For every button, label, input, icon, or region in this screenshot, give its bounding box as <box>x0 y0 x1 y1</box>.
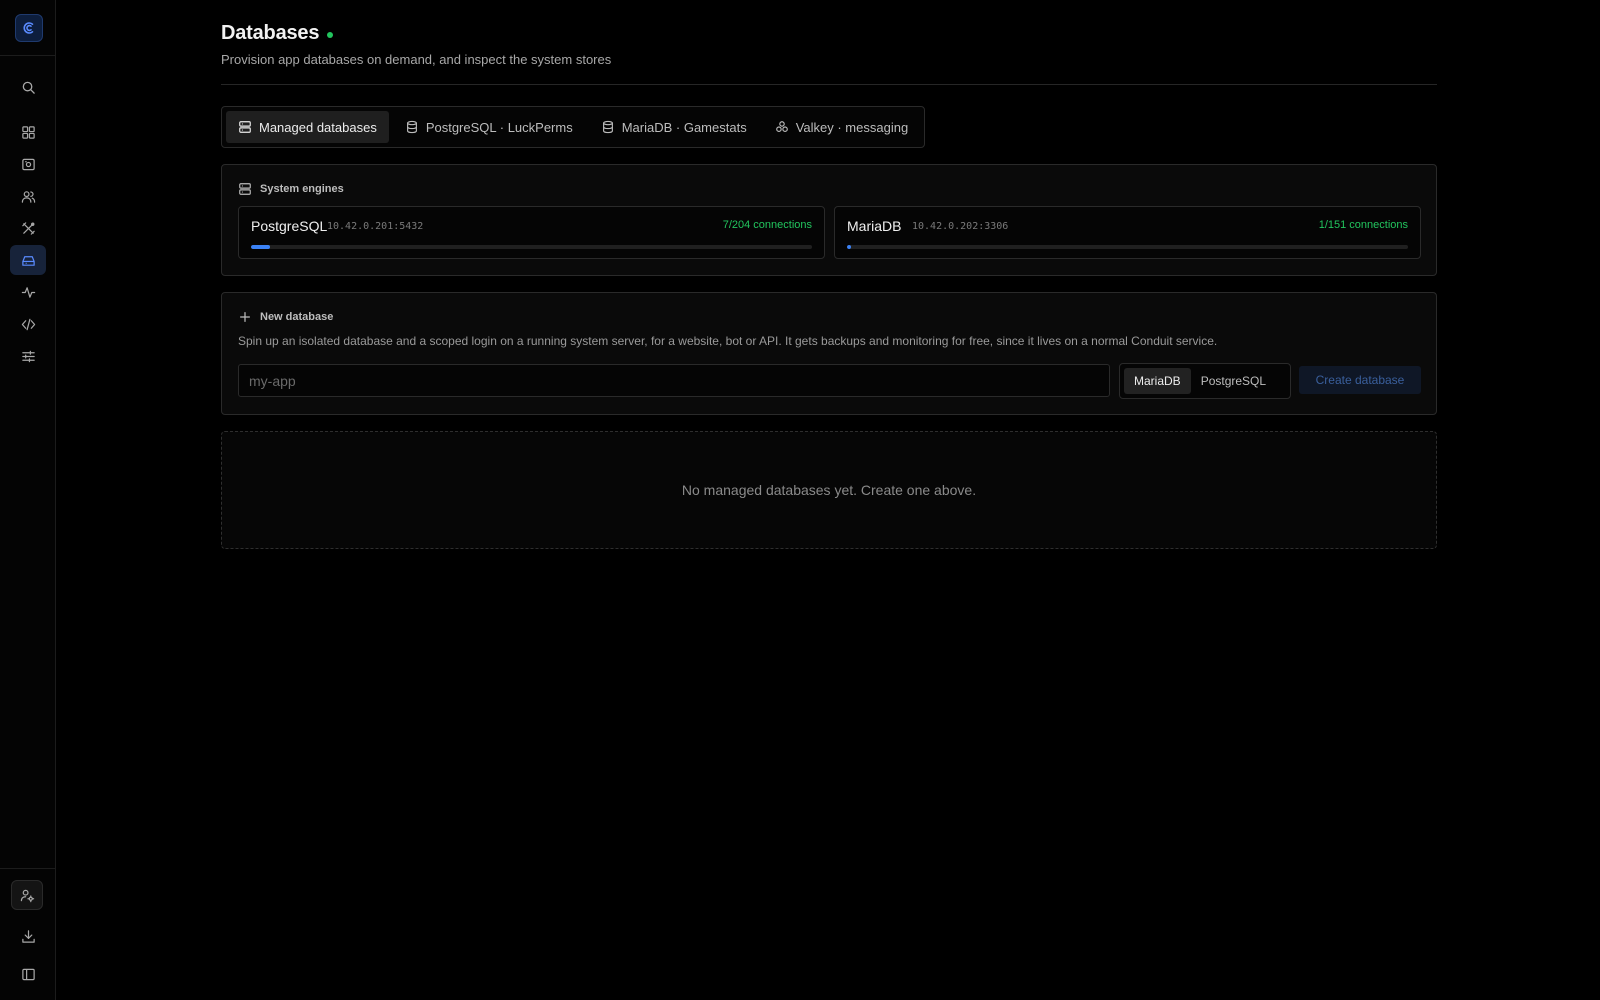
sidebar-item-users[interactable] <box>10 181 46 211</box>
grid-icon <box>21 125 35 139</box>
tab-valkey-messaging[interactable]: Valkey · messaging <box>763 111 920 143</box>
database-icon <box>602 120 613 134</box>
sidebar <box>0 0 56 1000</box>
sidebar-divider <box>0 868 56 869</box>
download-icon <box>21 929 35 943</box>
empty-state: No managed databases yet. Create one abo… <box>221 431 1437 549</box>
engine-name: PostgreSQL <box>251 218 328 234</box>
connection-usage-bar <box>847 245 1408 249</box>
sidebar-item-search[interactable] <box>10 72 46 102</box>
sidebar-item-dashboard[interactable] <box>10 117 46 147</box>
engine-connections: 7/204 connections <box>722 219 812 231</box>
engine-connections: 1/151 connections <box>1318 219 1408 231</box>
cluster-icon <box>775 121 788 132</box>
database-stack-icon <box>239 183 251 195</box>
engine-option-mariadb[interactable]: MariaDB <box>1124 368 1191 394</box>
sidebar-item-tools[interactable] <box>10 213 46 243</box>
tab-mariadb-gamestats[interactable]: MariaDB · Gamestats <box>589 111 759 143</box>
engine-host: 10.42.0.202:3306 <box>912 221 1009 232</box>
system-engines-heading: System engines <box>238 182 344 196</box>
connection-usage-bar <box>251 245 812 249</box>
sliders-icon <box>21 350 35 362</box>
sidebar-item-account[interactable] <box>11 880 43 910</box>
page-header: Databases <box>221 22 334 45</box>
section-label: System engines <box>260 183 344 195</box>
engine-option-postgresql[interactable]: PostgreSQL <box>1191 368 1276 394</box>
plus-icon <box>240 312 250 322</box>
sidebar-item-servers[interactable] <box>10 149 46 179</box>
connection-usage-fill <box>251 245 271 249</box>
code-icon <box>21 318 35 330</box>
engine-card-postgresql[interactable]: PostgreSQL 10.42.0.201:5432 7/204 connec… <box>238 206 825 259</box>
tab-managed-databases[interactable]: Managed databases <box>226 111 389 143</box>
tab-label: PostgreSQL · LuckPerms <box>425 119 573 135</box>
database-stack-icon <box>239 121 251 133</box>
sidebar-item-activity[interactable] <box>10 277 46 307</box>
activity-icon <box>21 286 35 298</box>
header-divider <box>221 84 1437 85</box>
server-icon <box>21 158 35 170</box>
sidebar-item-settings[interactable] <box>10 341 46 371</box>
user-cog-icon <box>20 889 34 902</box>
tab-label: Valkey · messaging <box>795 119 909 135</box>
database-icon <box>21 255 35 266</box>
database-icon <box>406 120 417 134</box>
page-subtitle: Provision app databases on demand, and i… <box>221 52 612 67</box>
conduit-logo-icon[interactable] <box>15 14 43 42</box>
tools-icon <box>21 221 35 235</box>
connection-usage-fill <box>847 245 852 249</box>
system-engines-card: System engines PostgreSQL 10.42.0.201:54… <box>221 164 1437 276</box>
create-database-button[interactable]: Create database <box>1299 366 1421 394</box>
tab-postgresql-luckperms[interactable]: PostgreSQL · LuckPerms <box>393 111 585 143</box>
engine-selector: MariaDB PostgreSQL <box>1119 363 1291 399</box>
engine-host: 10.42.0.201:5432 <box>327 221 424 232</box>
sidebar-divider <box>0 55 56 56</box>
page-title: Databases <box>221 22 320 44</box>
database-name-input[interactable] <box>238 364 1110 397</box>
new-database-description: Spin up an isolated database and a scope… <box>238 334 1218 348</box>
engine-name: MariaDB <box>847 218 902 234</box>
engine-card-mariadb[interactable]: MariaDB 10.42.0.202:3306 1/151 connectio… <box>834 206 1421 259</box>
panel-icon <box>21 968 35 980</box>
search-icon <box>22 81 35 94</box>
new-database-heading: New database <box>238 310 333 324</box>
new-database-card: New database Spin up an isolated databas… <box>221 292 1437 415</box>
tab-label: Managed databases <box>259 119 377 135</box>
tab-label: MariaDB · Gamestats <box>621 119 747 135</box>
sidebar-item-databases[interactable] <box>10 245 46 275</box>
sidebar-item-download[interactable] <box>10 921 46 951</box>
database-tabs: Managed databases PostgreSQL · LuckPerms… <box>221 106 926 148</box>
section-label: New database <box>260 311 334 323</box>
users-icon <box>21 190 35 203</box>
sidebar-item-code[interactable] <box>10 309 46 339</box>
status-indicator <box>327 31 334 38</box>
sidebar-item-collapse[interactable] <box>10 959 46 989</box>
